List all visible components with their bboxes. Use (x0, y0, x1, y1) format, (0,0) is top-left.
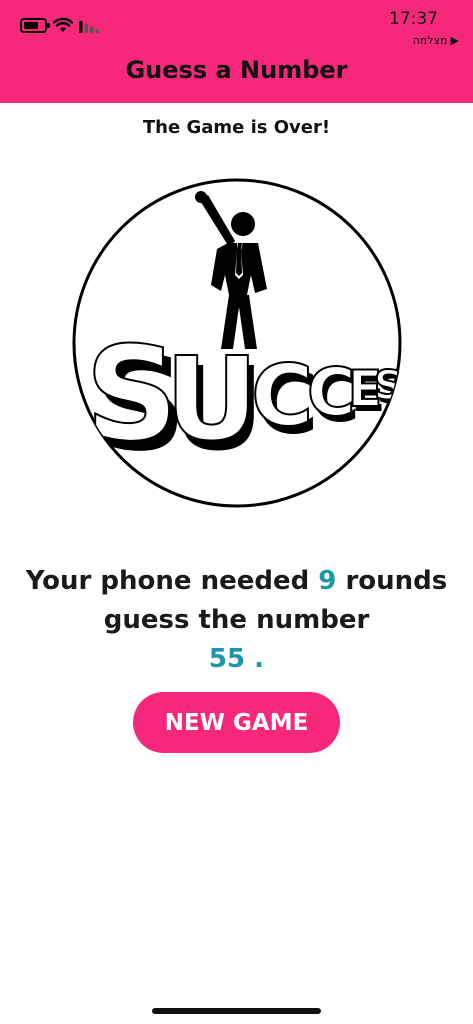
new-game-button[interactable]: NEW GAME (133, 692, 340, 753)
back-arrow-icon: ▶ (450, 34, 459, 47)
page-title: Guess a Number (125, 56, 348, 84)
status-icons (20, 18, 101, 33)
success-illustration: S S U U C C C C E E S S (72, 178, 402, 508)
svg-text:U: U (165, 333, 258, 467)
battery-icon (20, 18, 50, 33)
status-time: 17:37 (389, 9, 438, 29)
back-app-label: מצלמה (412, 34, 448, 47)
app-header: 17:37 מצלמה ▶ Guess a Number (0, 0, 473, 103)
result-message: Your phone needed 9 rounds guess the num… (20, 562, 453, 679)
game-over-heading: The Game is Over! (142, 117, 331, 138)
home-indicator[interactable] (152, 1008, 321, 1014)
result-suffix: . (254, 644, 265, 674)
wifi-icon (53, 18, 73, 32)
rounds-count: 9 (318, 566, 337, 596)
cellular-signal-icon (79, 20, 99, 33)
svg-text:C: C (251, 347, 313, 446)
guessed-number: 55 (208, 644, 246, 674)
back-to-app-link[interactable]: מצלמה ▶ (413, 34, 459, 47)
result-prefix: Your phone needed (25, 566, 310, 596)
